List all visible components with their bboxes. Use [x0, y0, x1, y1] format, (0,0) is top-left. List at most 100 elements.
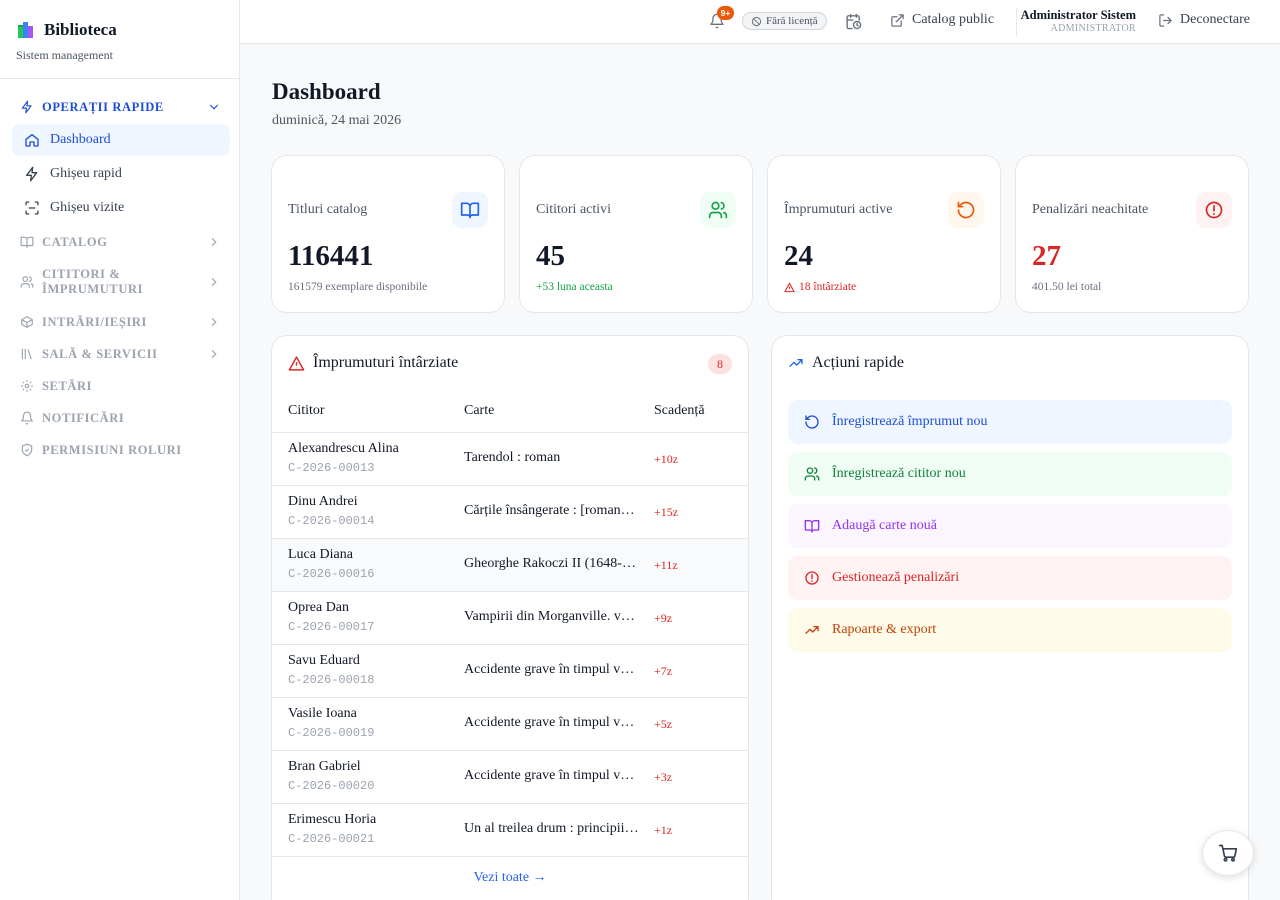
home-icon	[25, 134, 39, 147]
user-role: ADMINISTRATOR	[1050, 23, 1136, 34]
table-row[interactable]: Alexandrescu Alina C-2026-00013 Tarendol…	[272, 433, 748, 486]
topbar-divider	[1016, 8, 1017, 36]
users-icon	[20, 276, 34, 288]
stat-card-loans[interactable]: Împrumuturi active 24 18 întârziate	[767, 155, 1001, 313]
notifications-button[interactable]: 9+	[709, 6, 734, 29]
stat-icon-box	[948, 192, 984, 228]
rotate-icon	[957, 201, 975, 219]
cart-icon	[1218, 844, 1238, 862]
stat-sub: 18 întârziate	[784, 281, 856, 293]
stat-value: 116441	[288, 240, 374, 272]
shield-icon	[21, 443, 33, 457]
sidebar-section-sala-servicii[interactable]: SALĂ & SERVICII	[0, 338, 239, 370]
sidebar-section-permisiuni[interactable]: PERMISIUNI ROLURI	[0, 434, 239, 466]
sidebar-item-dashboard[interactable]: Dashboard	[12, 124, 230, 156]
action-reports-export[interactable]: Rapoarte & export	[788, 608, 1232, 652]
reader-name: Bran Gabriel	[288, 759, 361, 774]
licence-label: Fără licență	[766, 15, 818, 27]
catalog-public-label: Catalog public	[912, 12, 995, 27]
quick-actions-title: Acțiuni rapide	[812, 354, 904, 371]
reader-code: C-2026-00021	[288, 832, 375, 846]
stat-icon-box	[700, 192, 736, 228]
see-all-link[interactable]: Vezi toate →	[272, 870, 748, 886]
sidebar-item-ghiseu-rapid[interactable]: Ghișeu rapid	[12, 158, 230, 190]
reader-name: Oprea Dan	[288, 600, 350, 615]
stat-value: 45	[536, 240, 565, 272]
catalog-public-link[interactable]: Catalog public	[890, 12, 994, 28]
book-title: Gheorghe Rakoczi II (1648-…	[464, 556, 636, 571]
bolt-icon	[26, 166, 38, 182]
sidebar-section-label: SALĂ & SERVICII	[42, 346, 158, 361]
no-licence-icon	[751, 16, 762, 26]
stat-value: 27	[1032, 240, 1061, 272]
reader-name: Alexandrescu Alina	[288, 441, 399, 456]
action-new-reader[interactable]: Înregistrează cititor nou	[788, 452, 1232, 496]
calendar-button[interactable]	[845, 13, 862, 30]
chevron-right-icon	[211, 277, 217, 287]
reader-code: C-2026-00017	[288, 620, 375, 634]
cart-button[interactable]	[1202, 830, 1254, 876]
days-overdue: +9z	[654, 611, 673, 625]
sidebar-item-label: Ghișeu rapid	[50, 166, 122, 181]
stat-sub: 161579 exemplare disponibile	[288, 281, 427, 293]
sidebar: Biblioteca Sistem management OPERAȚII RA…	[0, 0, 240, 900]
stat-sub: 401.50 lei total	[1032, 281, 1101, 293]
action-label: Înregistrează împrumut nou	[832, 414, 988, 429]
table-row[interactable]: Vasile Ioana C-2026-00019 Accidente grav…	[272, 698, 748, 751]
alert-circle-icon	[805, 571, 819, 585]
reader-code: C-2026-00019	[288, 726, 375, 740]
table-row[interactable]: Erimescu Horia C-2026-00021 Un al treile…	[272, 804, 748, 857]
brand-subtitle: Sistem management	[16, 48, 113, 62]
bolt-icon	[21, 100, 32, 114]
table-row[interactable]: Savu Eduard C-2026-00018 Accidente grave…	[272, 645, 748, 698]
sidebar-section-label: PERMISIUNI ROLURI	[42, 442, 182, 457]
stat-card-titles[interactable]: Titluri catalog 116441 161579 exemplare …	[271, 155, 505, 313]
book-title: Accidente grave în timpul v…	[464, 662, 635, 677]
box-icon	[21, 316, 33, 328]
sidebar-section-intrari-iesiri[interactable]: INTRĂRI/IEȘIRI	[0, 306, 239, 338]
table-row[interactable]: Luca Diana C-2026-00016 Gheorghe Rakoczi…	[272, 539, 748, 592]
warning-icon	[288, 355, 305, 371]
sidebar-section-label: CITITORI & ÎMPRUMUTURI	[42, 267, 144, 296]
book-title: Accidente grave în timpul v…	[464, 715, 635, 730]
stat-card-readers[interactable]: Cititori activi 45 +53 luna aceasta	[519, 155, 753, 313]
overdue-count-badge: 8	[708, 354, 732, 374]
sidebar-section-cititori[interactable]: CITITORI & ÎMPRUMUTURI	[0, 258, 239, 306]
days-overdue: +11z	[654, 558, 678, 572]
stat-sub-text: 401.50 lei total	[1032, 281, 1102, 293]
sidebar-section-label: INTRĂRI/IEȘIRI	[42, 314, 147, 329]
action-add-book[interactable]: Adaugă carte nouă	[788, 504, 1232, 548]
sidebar-section-quick-ops[interactable]: OPERAȚII RAPIDE	[0, 91, 239, 123]
table-row[interactable]: Bran Gabriel C-2026-00020 Accidente grav…	[272, 751, 748, 804]
sidebar-section-notificari[interactable]: NOTIFICĂRI	[0, 402, 239, 434]
stat-label: Penalizări neachitate	[1032, 202, 1149, 217]
page-date: duminică, 24 mai 2026	[272, 113, 402, 128]
days-overdue: +10z	[654, 452, 679, 466]
days-overdue: +1z	[654, 823, 673, 837]
sidebar-section-label: SETĂRI	[42, 378, 93, 393]
sidebar-section-label: OPERAȚII RAPIDE	[42, 99, 164, 114]
column-header-scadenta: Scadență	[654, 403, 705, 418]
action-label: Înregistrează cititor nou	[832, 466, 966, 481]
action-new-loan[interactable]: Înregistrează împrumut nou	[788, 400, 1232, 444]
table-row[interactable]: Dinu Andrei C-2026-00014 Cărțile însânge…	[272, 486, 748, 539]
users-icon	[804, 467, 820, 481]
action-manage-penalties[interactable]: Gestionează penalizări	[788, 556, 1232, 600]
trending-up-icon	[805, 626, 819, 634]
book-open-icon	[804, 520, 820, 533]
quick-actions-card: Acțiuni rapide Înregistrează împrumut no…	[771, 335, 1249, 900]
sidebar-item-ghiseu-vizite[interactable]: Ghișeu vizite	[12, 192, 230, 224]
stat-card-penalties[interactable]: Penalizări neachitate 27 401.50 lei tota…	[1015, 155, 1249, 313]
days-overdue: +7z	[654, 664, 673, 678]
table-row[interactable]: Oprea Dan C-2026-00017 Vampirii din Morg…	[272, 592, 748, 645]
logout-button[interactable]: Deconectare	[1158, 12, 1250, 28]
book-open-icon	[460, 202, 480, 219]
chevron-right-icon	[211, 349, 217, 359]
book-title: Tarendol : roman	[464, 450, 561, 465]
users-icon	[708, 201, 728, 219]
sidebar-section-setari[interactable]: SETĂRI	[0, 370, 239, 402]
sidebar-section-catalog[interactable]: CATALOG	[0, 226, 239, 258]
bell-icon	[21, 411, 33, 425]
alert-circle-icon	[1205, 201, 1223, 219]
reader-code: C-2026-00020	[288, 779, 375, 793]
